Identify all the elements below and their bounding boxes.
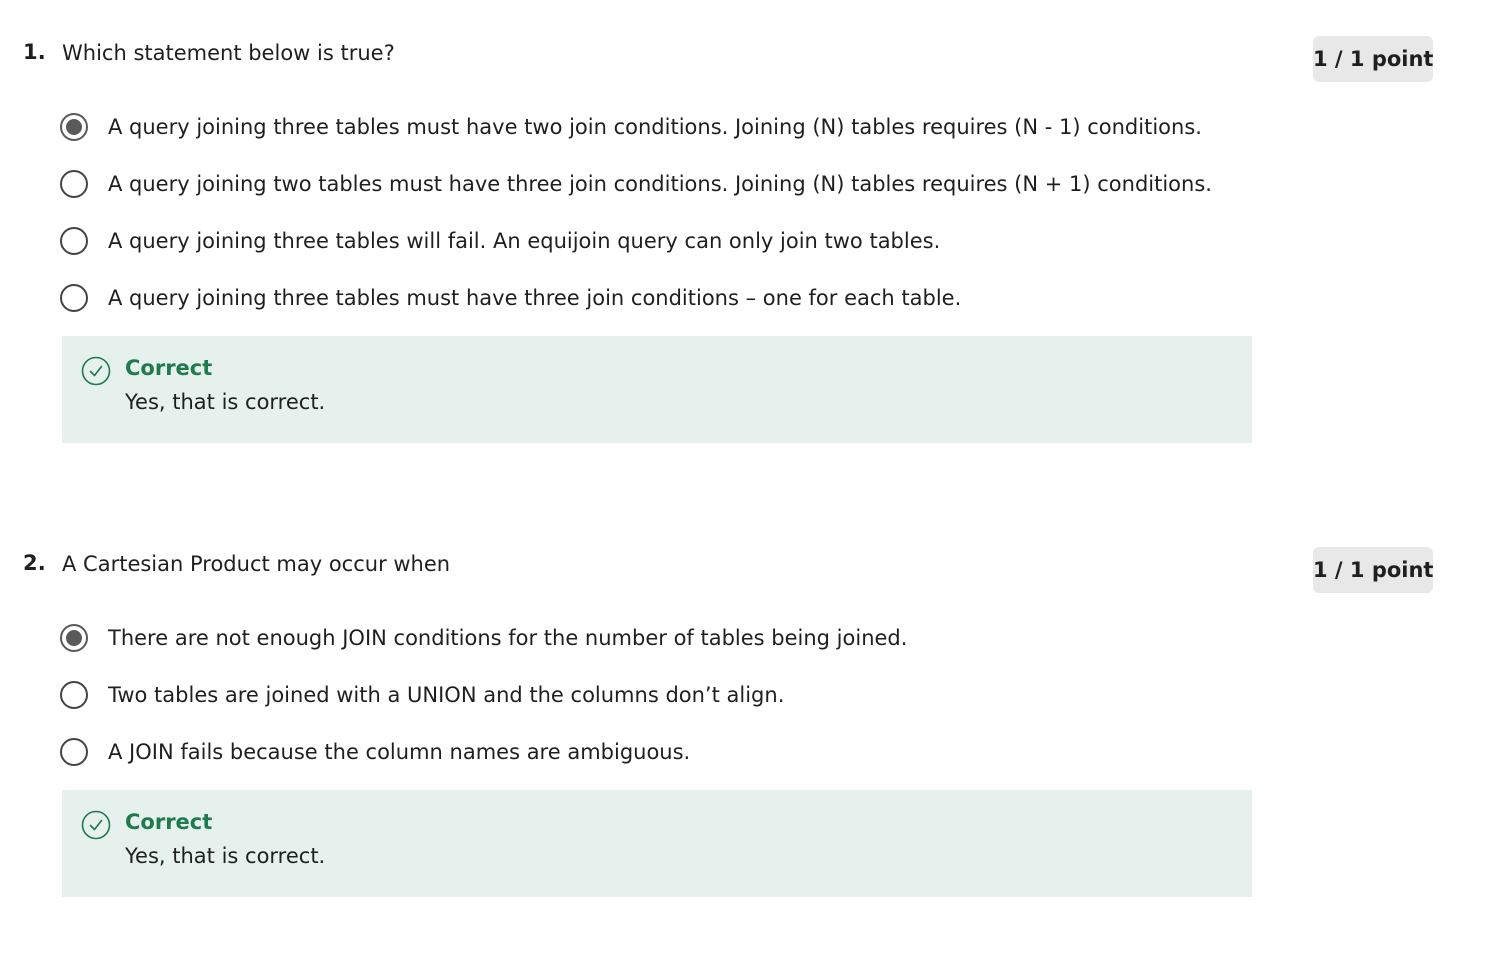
question-prompt: A Cartesian Product may occur when <box>62 552 451 576</box>
answer-option[interactable]: A JOIN fails because the column names ar… <box>60 735 690 769</box>
check-circle-icon <box>81 356 111 386</box>
answer-option[interactable]: A query joining three tables must have t… <box>60 281 961 315</box>
radio-button[interactable] <box>60 227 88 255</box>
feedback-title: Correct <box>125 356 213 380</box>
radio-button-selected[interactable] <box>60 624 88 652</box>
feedback-text: Yes, that is correct. <box>125 844 326 868</box>
radio-button[interactable] <box>60 284 88 312</box>
answer-option[interactable]: There are not enough JOIN conditions for… <box>60 621 907 655</box>
points-badge: 1 / 1 point <box>1313 36 1433 82</box>
radio-button[interactable] <box>60 170 88 198</box>
check-circle-icon <box>81 810 111 840</box>
answer-option-label: A query joining three tables will fail. … <box>108 229 941 253</box>
question-number: 1. <box>23 40 46 64</box>
answer-option-label: Two tables are joined with a UNION and t… <box>108 683 785 707</box>
answer-option-label: A query joining two tables must have thr… <box>108 172 1212 196</box>
radio-button-selected[interactable] <box>60 113 88 141</box>
answer-option[interactable]: Two tables are joined with a UNION and t… <box>60 678 784 712</box>
radio-button[interactable] <box>60 681 88 709</box>
question-prompt: Which statement below is true? <box>62 41 395 65</box>
feedback-panel: Correct Yes, that is correct. <box>62 790 1252 897</box>
answer-option-label: A query joining three tables must have t… <box>108 115 1202 139</box>
answer-option[interactable]: A query joining three tables must have t… <box>60 110 1202 144</box>
feedback-title: Correct <box>125 810 213 834</box>
answer-option-label: A JOIN fails because the column names ar… <box>108 740 691 764</box>
feedback-text: Yes, that is correct. <box>125 390 326 414</box>
points-badge: 1 / 1 point <box>1313 547 1433 593</box>
feedback-panel: Correct Yes, that is correct. <box>62 336 1252 443</box>
answer-option[interactable]: A query joining three tables will fail. … <box>60 224 940 258</box>
question-number: 2. <box>23 551 46 575</box>
answer-option-label: A query joining three tables must have t… <box>108 286 962 310</box>
answer-option[interactable]: A query joining two tables must have thr… <box>60 167 1212 201</box>
answer-option-label: There are not enough JOIN conditions for… <box>108 626 908 650</box>
radio-button[interactable] <box>60 738 88 766</box>
